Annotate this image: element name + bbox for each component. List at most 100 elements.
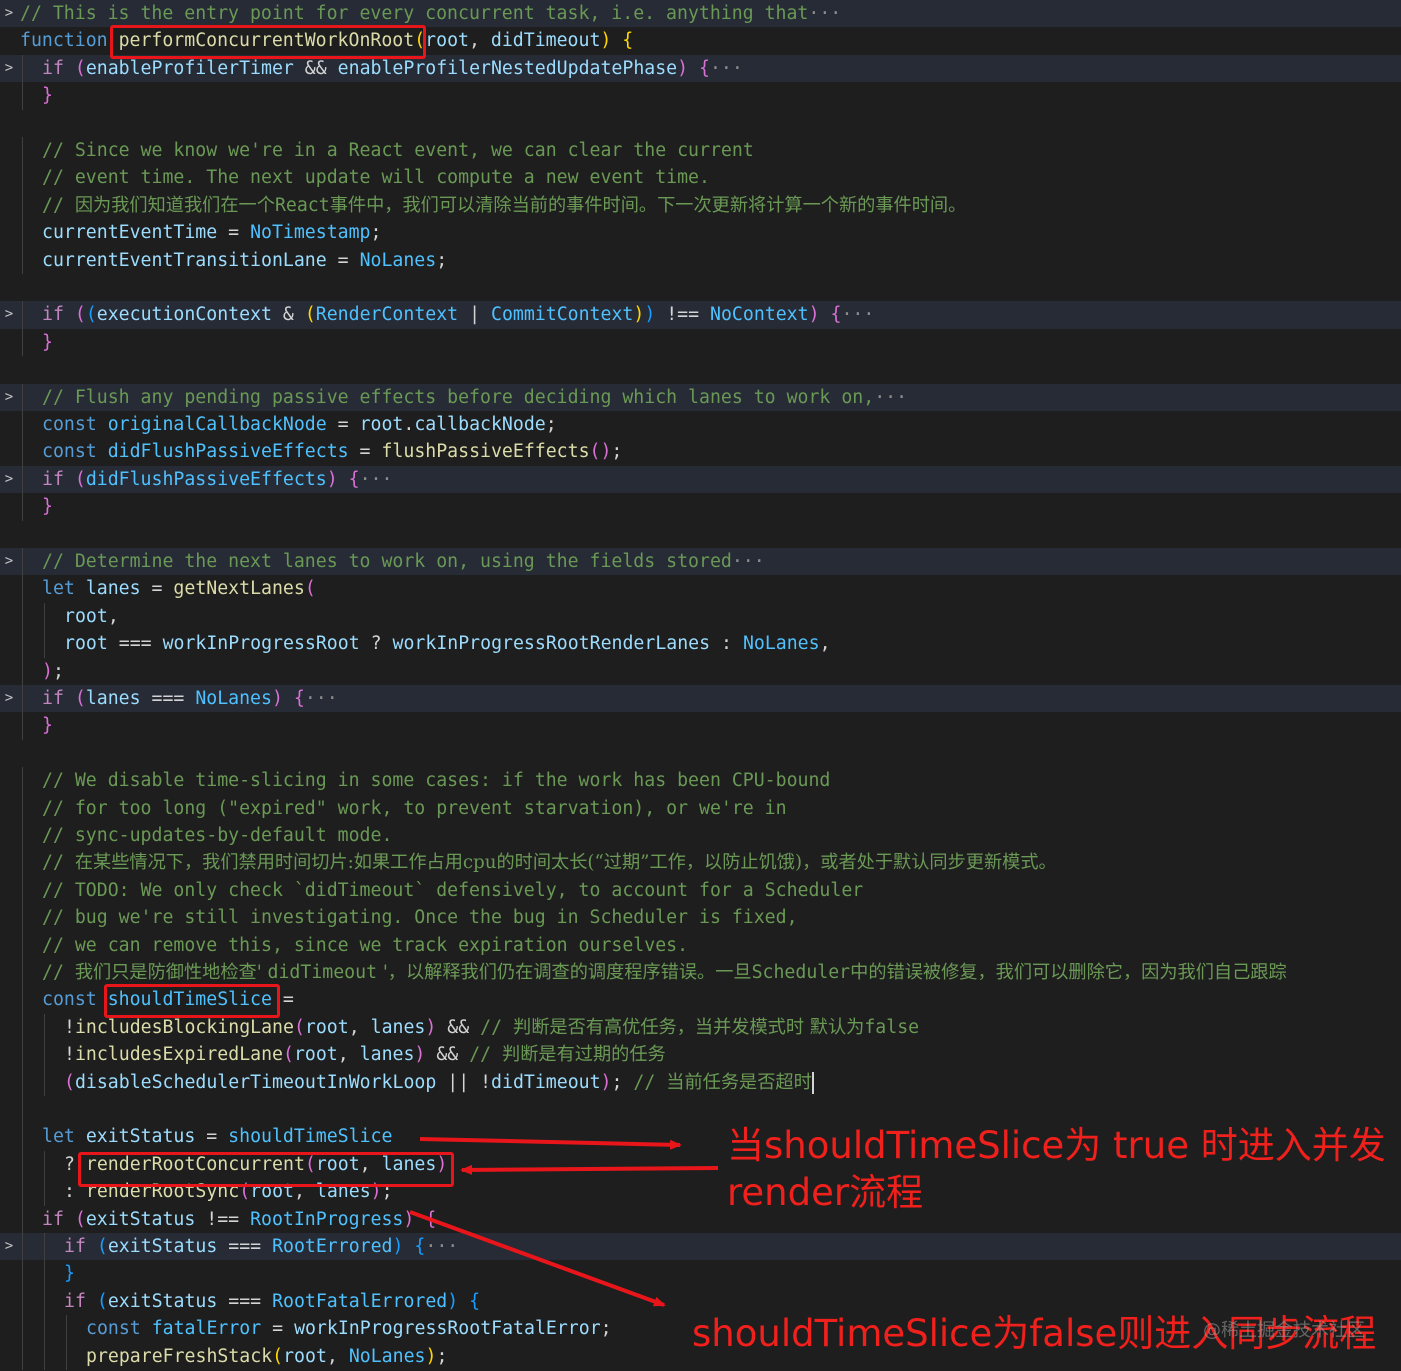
code-line[interactable]: > // Determine the next lanes to work on,… bbox=[0, 548, 1401, 576]
code-line[interactable]: >// This is the entry point for every co… bbox=[0, 0, 1401, 28]
gutter-spacer bbox=[0, 247, 18, 274]
code-line[interactable]: // TODO: We only check `didTimeout` defe… bbox=[0, 876, 1401, 905]
code-token: // sync-updates-by-default mode. bbox=[42, 825, 393, 846]
code-line[interactable]: > if ((executionContext & (RenderContext … bbox=[0, 301, 1401, 329]
code-token: // bbox=[480, 1016, 513, 1038]
fold-chevron-right-icon[interactable]: > bbox=[0, 685, 18, 712]
code-token: & bbox=[271, 304, 305, 326]
code-token: !== bbox=[655, 304, 711, 326]
code-text: } bbox=[64, 1260, 75, 1287]
code-line[interactable]: // event time. The next update will comp… bbox=[0, 164, 1401, 192]
code-token: // Since we know we're in a React event,… bbox=[42, 140, 754, 161]
code-line[interactable] bbox=[0, 521, 1401, 548]
fold-chevron-right-icon[interactable]: > bbox=[0, 55, 18, 82]
code-line[interactable]: (disableSchedulerTimeoutInWorkLoop || !d… bbox=[0, 1068, 1401, 1096]
fold-chevron-right-icon[interactable]: > bbox=[0, 1233, 18, 1260]
code-token: ; bbox=[611, 1071, 634, 1093]
code-line[interactable]: // for too long ("expired" work, to prev… bbox=[0, 794, 1401, 822]
code-token: RenderContext bbox=[315, 304, 459, 326]
gutter-spacer bbox=[0, 740, 18, 767]
fold-chevron-right-icon[interactable]: > bbox=[0, 0, 18, 27]
code-text: if (lanes === NoLanes) {··· bbox=[42, 685, 338, 712]
code-text: } bbox=[42, 493, 53, 520]
code-line[interactable]: > // Flush any pending passive effects be… bbox=[0, 383, 1401, 411]
code-token: NoLanes bbox=[348, 1345, 426, 1367]
code-line[interactable]: ); bbox=[0, 657, 1401, 685]
indent-guide bbox=[22, 1178, 23, 1206]
fold-chevron-right-icon[interactable]: > bbox=[0, 384, 18, 411]
fold-chevron-right-icon[interactable]: > bbox=[0, 301, 18, 328]
code-token: ) bbox=[271, 688, 283, 709]
code-text: if ((executionContext & (RenderContext |… bbox=[42, 301, 874, 328]
gutter-spacer bbox=[0, 1206, 18, 1233]
code-line[interactable]: root, bbox=[0, 602, 1401, 631]
fold-chevron-right-icon[interactable]: > bbox=[0, 548, 18, 575]
code-token: , bbox=[468, 30, 491, 52]
code-token: 事件中，我们可以清除当前的事件时间。下一次更新将计算一个新的事件时间。 bbox=[329, 194, 967, 216]
code-line[interactable]: // bug we're still investigating. Once t… bbox=[0, 904, 1401, 932]
code-line[interactable]: // We disable time-slicing in some cases… bbox=[0, 767, 1401, 795]
indent-guide bbox=[22, 1068, 23, 1096]
code-token: = bbox=[348, 441, 382, 463]
code-line[interactable]: const originalCallbackNode = root.callba… bbox=[0, 411, 1401, 439]
code-token: ) bbox=[414, 1044, 426, 1066]
code-token: ··· bbox=[841, 304, 875, 326]
code-line[interactable]: > if (exitStatus === RootErrored) {··· bbox=[0, 1233, 1401, 1261]
code-line[interactable]: > if (lanes === NoLanes) {··· bbox=[0, 685, 1401, 713]
code-line[interactable]: !includesExpiredLane(root, lanes) && // … bbox=[0, 1041, 1401, 1069]
fold-chevron-right-icon[interactable]: > bbox=[0, 466, 18, 493]
code-line[interactable]: if (exitStatus !== RootInProgress) { bbox=[0, 1205, 1401, 1233]
code-line[interactable]: } bbox=[0, 712, 1401, 740]
gutter-spacer bbox=[0, 904, 18, 931]
code-line[interactable] bbox=[0, 740, 1401, 767]
code-line[interactable]: // sync-updates-by-default mode. bbox=[0, 822, 1401, 850]
code-line[interactable]: let lanes = getNextLanes( bbox=[0, 575, 1401, 603]
code-token: workInProgressRootFatalError bbox=[294, 1318, 601, 1340]
code-line[interactable]: // we can remove this, since we track ex… bbox=[0, 931, 1401, 959]
code-token: . bbox=[403, 414, 415, 435]
code-token: ; bbox=[436, 249, 448, 271]
code-token: ; bbox=[52, 660, 64, 682]
indent-guide bbox=[22, 548, 23, 576]
code-line[interactable]: root === workInProgressRoot ? workInProg… bbox=[0, 630, 1401, 658]
code-token: } bbox=[64, 1263, 75, 1285]
gutter-spacer bbox=[0, 219, 18, 246]
code-line[interactable]: currentEventTransitionLane = NoLanes; bbox=[0, 246, 1401, 274]
code-token: !== bbox=[195, 1208, 251, 1230]
code-line[interactable]: } bbox=[0, 82, 1401, 110]
indent-guide bbox=[22, 465, 23, 494]
code-text: if (exitStatus === RootErrored) {··· bbox=[64, 1233, 458, 1260]
code-line[interactable]: // 在某些情况下，我们禁用时间切片:如果工作占用cpu的时间太长(“过期”工作… bbox=[0, 849, 1401, 877]
code-token: workInProgressRoot bbox=[162, 633, 360, 655]
code-line[interactable]: // 我们只是防御性地检查' didTimeout '，以解释我们仍在调查的调度… bbox=[0, 959, 1401, 987]
code-token: = bbox=[217, 222, 251, 244]
code-token: // TODO: We only check `didTimeout` defe… bbox=[42, 879, 864, 901]
code-line[interactable]: } bbox=[0, 1260, 1401, 1288]
code-token: // bbox=[633, 1071, 667, 1093]
code-token: ( bbox=[74, 57, 86, 79]
gutter-spacer bbox=[0, 329, 18, 356]
code-token: { bbox=[699, 57, 710, 79]
code-token: didTimeout bbox=[490, 30, 601, 52]
code-token: 在某些情况下，我们禁用时间切片:如果工作占用cpu的时间太长(“过期”工作，以防… bbox=[74, 852, 1057, 874]
code-line[interactable]: // 因为我们知道我们在一个React事件中，我们可以清除当前的事件时间。下一次… bbox=[0, 191, 1401, 220]
code-line[interactable] bbox=[0, 274, 1401, 301]
code-token: ( bbox=[272, 1345, 284, 1367]
indent-guide bbox=[22, 1205, 23, 1233]
code-token: React bbox=[274, 194, 330, 216]
code-line[interactable]: > if (didFlushPassiveEffects) {··· bbox=[0, 465, 1401, 494]
indent-guide bbox=[22, 712, 23, 740]
code-line[interactable]: } bbox=[0, 493, 1401, 521]
gutter-spacer bbox=[0, 1315, 18, 1342]
code-line[interactable] bbox=[0, 110, 1401, 137]
code-token: ? bbox=[359, 633, 393, 655]
code-line[interactable]: // Since we know we're in a React event,… bbox=[0, 137, 1401, 165]
code-token: didFlushPassiveEffects bbox=[85, 468, 327, 490]
code-text: // 在某些情况下，我们禁用时间切片:如果工作占用cpu的时间太长(“过期”工作… bbox=[42, 849, 1057, 876]
code-line[interactable]: const didFlushPassiveEffects = flushPass… bbox=[0, 438, 1401, 466]
code-line[interactable] bbox=[0, 356, 1401, 383]
code-line[interactable]: currentEventTime = NoTimestamp; bbox=[0, 219, 1401, 247]
code-token: ( bbox=[74, 1208, 86, 1230]
code-line[interactable]: } bbox=[0, 328, 1401, 357]
code-token: ··· bbox=[304, 688, 338, 709]
